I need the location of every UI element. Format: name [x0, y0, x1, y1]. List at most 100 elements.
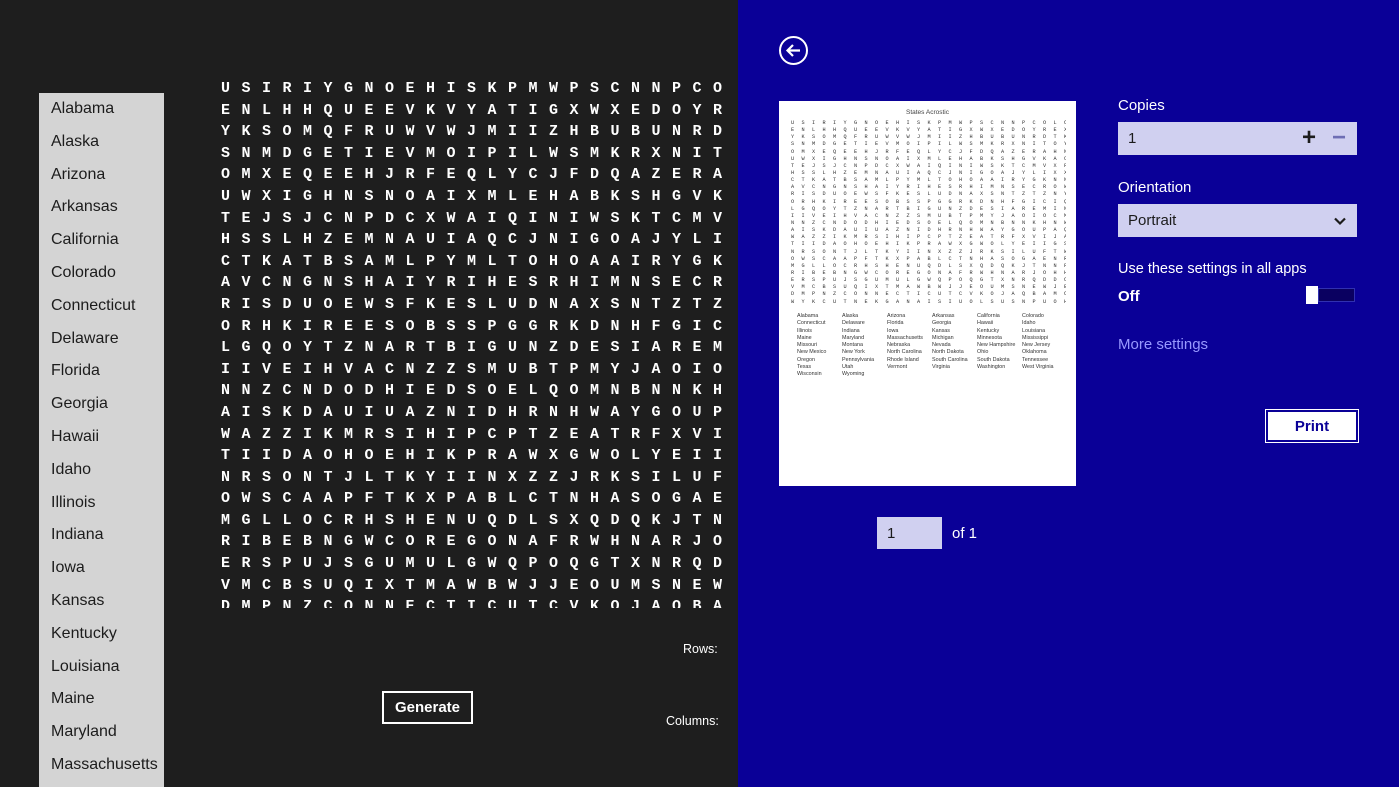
preview-grid-letter: E [969, 234, 973, 241]
print-panel: States Acrostic USIRIYGNOEHISKPMWPSCNNPC… [738, 0, 1399, 787]
more-settings-link[interactable]: More settings [1118, 336, 1208, 353]
state-list-item[interactable]: Maine [39, 683, 164, 716]
grid-letter: S [344, 274, 354, 292]
preview-grid-letter: A [1053, 155, 1057, 162]
grid-letter: F [569, 166, 579, 184]
preview-grid-letter: U [875, 277, 879, 284]
copies-stepper[interactable]: 1 + − [1118, 122, 1357, 155]
preview-grid-letter: L [812, 127, 816, 134]
preview-grid-letter: G [833, 141, 837, 148]
preview-grid-letter: V [854, 212, 858, 219]
plus-icon[interactable]: + [1296, 124, 1322, 152]
state-list-item[interactable]: Arkansas [39, 191, 164, 224]
grid-letter: I [692, 317, 702, 335]
grid-letter: S [303, 576, 313, 594]
preview-grid-letter: V [885, 127, 889, 134]
grid-letter: W [446, 123, 456, 141]
print-button[interactable]: Print [1265, 409, 1359, 443]
grid-letter: W [405, 123, 415, 141]
preview-grid-letter: A [864, 212, 868, 219]
grid-letter: G [672, 187, 682, 205]
grid-letter: Z [549, 425, 559, 443]
preview-grid-letter: N [1001, 191, 1005, 198]
grid-letter: T [692, 295, 702, 313]
preview-grid-letter: E [843, 148, 847, 155]
grid-letter: U [385, 555, 395, 573]
preview-grid-letter: I [791, 212, 795, 219]
preview-grid-letter: P [969, 120, 973, 126]
state-list-item[interactable]: Idaho [39, 454, 164, 487]
grid-letter: C [692, 274, 702, 292]
state-list-item[interactable]: Maryland [39, 716, 164, 749]
orientation-select[interactable]: Portrait [1118, 204, 1357, 237]
grid-letter: U [303, 555, 313, 573]
preview-grid-letter: I [833, 120, 837, 126]
grid-letter: N [631, 295, 641, 313]
toggle-thumb[interactable] [1306, 286, 1318, 304]
preview-grid-letter: Y [990, 212, 994, 219]
state-list-item[interactable]: Delaware [39, 323, 164, 356]
preview-grid-letter: N [959, 162, 963, 169]
generate-button[interactable]: Generate [382, 691, 473, 724]
copies-value[interactable]: 1 [1128, 130, 1136, 147]
state-list-item[interactable]: Illinois [39, 487, 164, 520]
state-list-item[interactable]: Alabama [39, 93, 164, 126]
state-list-item[interactable]: Alaska [39, 126, 164, 159]
state-list-item[interactable]: Colorado [39, 257, 164, 290]
preview-grid-letter: I [885, 234, 889, 241]
grid-letter: T [610, 555, 620, 573]
grid-letter: P [487, 144, 497, 162]
grid-letter: W [549, 80, 559, 97]
grid-letter: Y [672, 231, 682, 249]
grid-letter: O [569, 382, 579, 400]
preview-grid-letter: C [875, 212, 879, 219]
state-list-item[interactable]: Kansas [39, 585, 164, 618]
preview-grid-letter: K [1043, 177, 1047, 184]
preview-grid-letter: T [1011, 191, 1015, 198]
all-apps-toggle[interactable] [1306, 286, 1357, 304]
state-list-item[interactable]: Louisiana [39, 651, 164, 684]
grid-letter: M [241, 166, 251, 184]
state-list-item[interactable]: Florida [39, 355, 164, 388]
minus-icon[interactable]: − [1326, 124, 1352, 152]
grid-letter: F [344, 123, 354, 141]
preview-grid-letter: R [959, 198, 963, 205]
preview-grid-letter: M [1064, 212, 1066, 219]
state-list-item[interactable]: Iowa [39, 552, 164, 585]
grid-letter: K [610, 144, 620, 162]
preview-word: Minnesota [977, 334, 1002, 341]
state-list-item[interactable]: Arizona [39, 159, 164, 192]
grid-letter: A [446, 576, 456, 594]
grid-letter: M [405, 555, 415, 573]
preview-grid-letter: B [1001, 134, 1005, 141]
grid-letter: H [549, 187, 559, 205]
preview-grid-letter: Z [959, 205, 963, 212]
state-list-item[interactable]: Massachusetts [39, 749, 164, 782]
grid-letter: S [262, 555, 272, 573]
back-button[interactable] [779, 36, 808, 65]
preview-grid-letter: J [1011, 169, 1015, 176]
grid-letter: U [344, 403, 354, 421]
grid-letter: R [405, 166, 415, 184]
preview-grid-letter: U [875, 227, 879, 234]
preview-grid-letter: L [822, 169, 826, 176]
state-list-item[interactable]: Connecticut [39, 290, 164, 323]
grid-letter: L [672, 468, 682, 486]
preview-grid-letter: E [896, 219, 900, 226]
state-list-item[interactable]: Hawaii [39, 421, 164, 454]
preview-grid-letter: D [822, 241, 826, 248]
state-list-item[interactable]: Georgia [39, 388, 164, 421]
state-list-item[interactable]: Indiana [39, 519, 164, 552]
grid-row: ENLHHQUEEVKVYATIGXWXEDOYR [221, 100, 738, 122]
page-number-input[interactable] [877, 517, 942, 549]
preview-grid-letter: X [1022, 234, 1026, 241]
state-list[interactable]: Alabama Alaska Arizona Arkansas California Co… [39, 93, 164, 787]
grid-letter: N [282, 598, 292, 608]
grid-letter: E [344, 317, 354, 335]
grid-letter: E [364, 101, 374, 119]
state-list-item[interactable]: Kentucky [39, 618, 164, 651]
preview-grid-letter: W [791, 298, 795, 305]
preview-grid-letter: O [885, 198, 889, 205]
state-list-item[interactable]: California [39, 224, 164, 257]
grid-letter: D [282, 144, 292, 162]
